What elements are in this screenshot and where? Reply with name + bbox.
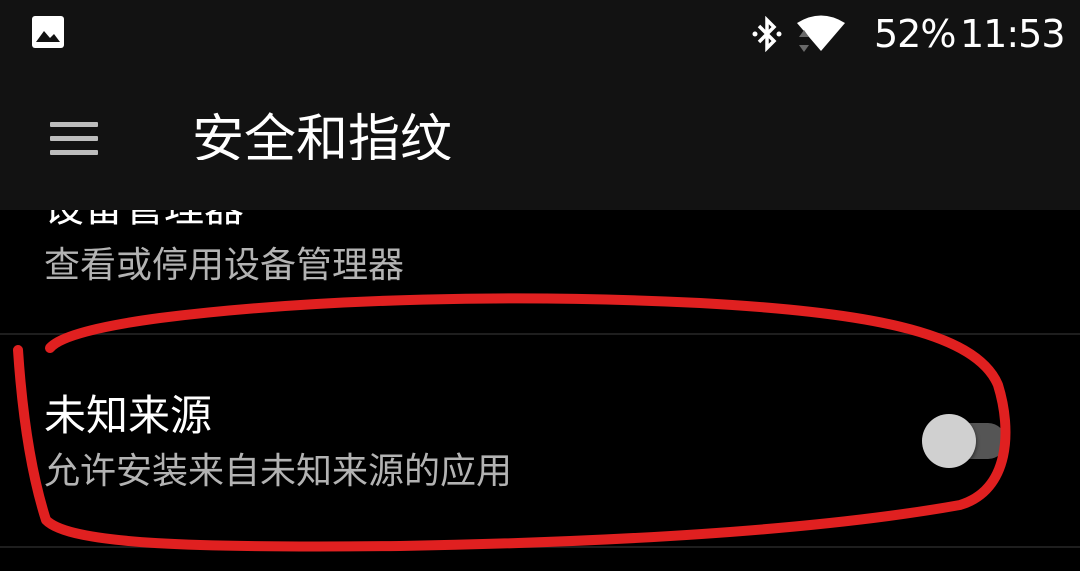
hamburger-menu-icon[interactable] [50,122,98,156]
setting-summary: 允许安装来自未知来源的应用 [44,451,513,492]
toolbar-bottom [0,160,1080,210]
gallery-icon [32,16,64,48]
setting-summary: 查看或停用设备管理器 [44,245,405,286]
clock: 11:53 [960,12,1066,56]
menu-line [50,122,98,127]
menu-line [50,150,98,155]
menu-line [50,136,98,141]
status-bar: 52% 11:53 [0,0,1080,70]
setting-device-admin[interactable]: 设备管理器 查看或停用设备管理器 [0,185,1080,334]
setting-unknown-sources[interactable]: 未知来源 允许安装来自未知来源的应用 [0,336,1080,546]
battery-percentage: 52% [874,12,956,56]
setting-title: 未知来源 [44,391,213,440]
data-activity-icon [799,30,809,52]
bluetooth-icon [752,16,782,52]
screen: 52% 11:53 安全和指纹 设备管理器 查看或停用设备管理器 未知来源 允许… [0,0,1080,571]
divider [0,546,1080,548]
toggle-thumb [922,414,976,468]
unknown-sources-toggle[interactable] [922,414,1008,468]
divider [0,333,1080,335]
